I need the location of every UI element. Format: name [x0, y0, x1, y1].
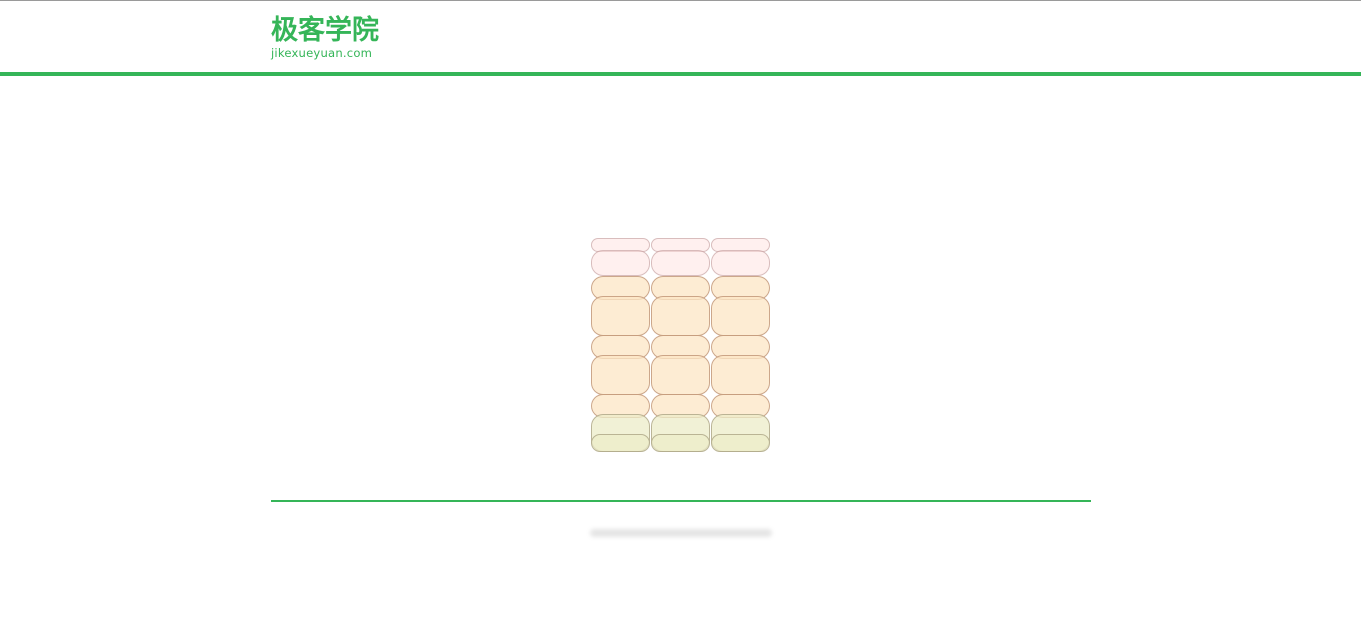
- demo-cube: [711, 250, 770, 276]
- demo-cube: [711, 355, 770, 395]
- cube-demo-stage: [591, 238, 771, 453]
- site-logo[interactable]: 极客学院 jikexueyuan.com: [271, 16, 387, 62]
- header-divider: [0, 72, 1361, 76]
- site-header: 极客学院 jikexueyuan.com: [0, 1, 1361, 72]
- demo-cube: [591, 434, 650, 452]
- demo-cube: [711, 434, 770, 452]
- demo-cube: [651, 355, 710, 395]
- demo-cube: [651, 296, 710, 336]
- demo-cube: [651, 250, 710, 276]
- demo-cube: [591, 296, 650, 336]
- logo-chinese-text: 极客学院: [271, 15, 379, 46]
- demo-cube: [591, 355, 650, 395]
- demo-cube: [711, 296, 770, 336]
- demo-cube: [591, 250, 650, 276]
- footer-divider: [271, 500, 1091, 502]
- cube-shadow: [590, 529, 772, 537]
- logo-domain-text: jikexueyuan.com: [271, 46, 373, 60]
- demo-cube: [651, 434, 710, 452]
